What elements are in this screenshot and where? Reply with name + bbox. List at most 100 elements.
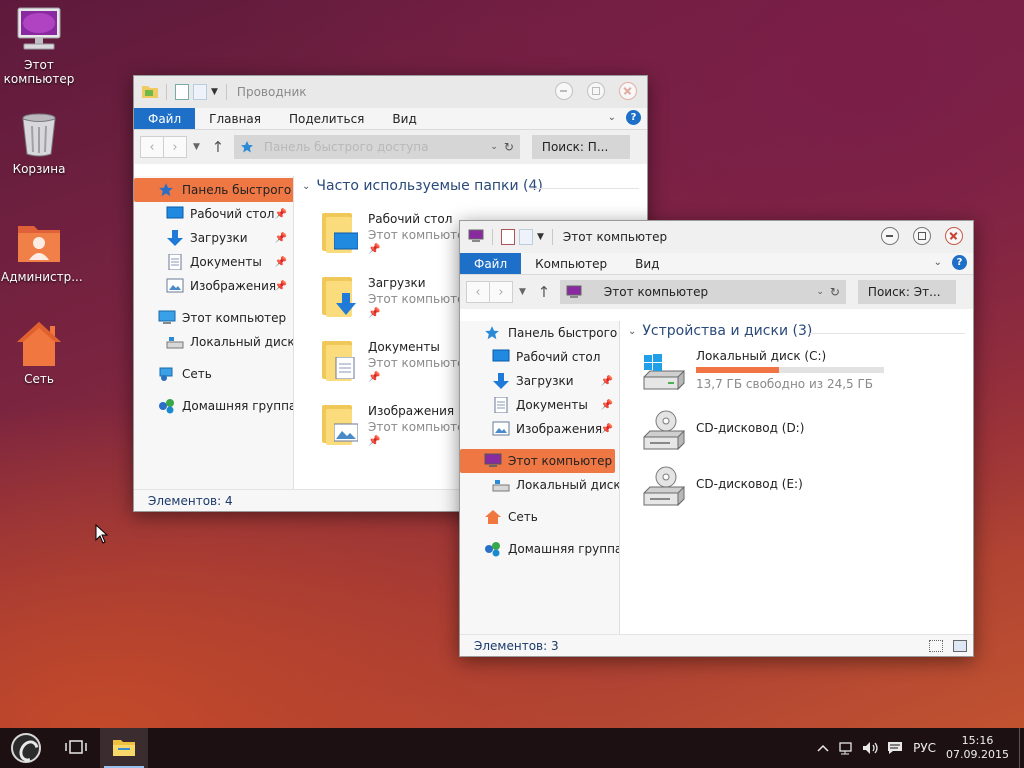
drive-item-c[interactable]: Локальный диск (C:) 13,7 ГБ свободно из … <box>640 349 884 391</box>
tab-file[interactable]: Файл <box>460 253 522 274</box>
minimize-button[interactable] <box>555 82 573 100</box>
folder-item-documents[interactable]: Документы Этот компьютер 📌 <box>320 339 472 385</box>
folder-item-downloads[interactable]: Загрузки Этот компьютер 📌 <box>320 275 472 321</box>
forward-button[interactable]: › <box>489 281 513 303</box>
search-box[interactable]: Поиск: П... <box>531 135 630 159</box>
address-dropdown-icon[interactable]: ⌄ <box>816 287 824 297</box>
nav-item-quick-access[interactable]: Панель быстрого до <box>134 178 293 202</box>
notifications-icon[interactable] <box>883 741 907 755</box>
help-icon[interactable]: ? <box>952 255 967 270</box>
recent-locations-dropdown[interactable]: ▼ <box>519 287 526 297</box>
chevron-up-icon[interactable] <box>811 744 835 752</box>
language-indicator[interactable]: РУС <box>913 741 936 755</box>
refresh-icon[interactable]: ↻ <box>504 140 514 154</box>
tab-view[interactable]: Вид <box>378 108 430 129</box>
minimize-button[interactable] <box>881 227 899 245</box>
disk-icon <box>166 334 184 350</box>
nav-item-network[interactable]: Сеть <box>460 505 619 529</box>
new-folder-icon[interactable] <box>519 229 533 245</box>
desktop-icon-administrator[interactable]: Администр... <box>1 218 83 284</box>
nav-item-pictures[interactable]: Изображения 📌 <box>134 274 293 298</box>
expand-ribbon-chevron-icon[interactable]: ⌄ <box>934 257 942 268</box>
close-button[interactable] <box>945 227 963 245</box>
nav-item-network[interactable]: Сеть <box>134 362 293 386</box>
back-button[interactable]: ‹ <box>466 281 490 303</box>
folder-item-pictures[interactable]: Изображения Этот компьютер 📌 <box>320 403 472 449</box>
tab-home[interactable]: Главная <box>195 108 275 129</box>
details-view-icon[interactable] <box>929 640 943 652</box>
tab-computer[interactable]: Компьютер <box>521 253 621 274</box>
address-bar[interactable]: Этот компьютер ⌄ ↻ <box>559 280 846 304</box>
close-button[interactable] <box>619 82 637 100</box>
help-icon[interactable]: ? <box>626 110 641 125</box>
properties-icon[interactable] <box>175 84 189 100</box>
show-desktop-button[interactable] <box>1019 728 1024 768</box>
refresh-icon[interactable]: ↻ <box>830 285 840 299</box>
maximize-button[interactable] <box>587 82 605 100</box>
nav-item-local-disk[interactable]: Локальный диск (С <box>460 473 619 497</box>
computer-icon <box>14 6 64 56</box>
clock[interactable]: 15:16 07.09.2015 <box>946 734 1009 762</box>
nav-item-this-pc[interactable]: Этот компьютер <box>460 449 615 473</box>
drive-item-d[interactable]: CD-дисковод (D:) <box>640 409 804 451</box>
navigation-pane: Панель быстрого до Рабочий стол Загрузки… <box>460 321 620 634</box>
nav-item-documents[interactable]: Документы 📌 <box>460 393 619 417</box>
nav-item-documents[interactable]: Документы 📌 <box>134 250 293 274</box>
desktop-icon-network[interactable]: Сеть <box>1 320 77 386</box>
navigation-pane: Панель быстрого до Рабочий стол 📌 Загруз… <box>134 176 294 489</box>
customize-toolbar-dropdown[interactable]: ▼ <box>537 232 544 242</box>
new-folder-icon[interactable] <box>193 84 207 100</box>
desktop-icon-label: Администр... <box>1 270 83 284</box>
start-button[interactable] <box>0 728 52 768</box>
nav-item-homegroup[interactable]: Домашняя группа <box>134 394 293 418</box>
nav-item-downloads[interactable]: Загрузки 📌 <box>134 226 293 250</box>
nav-item-downloads[interactable]: Загрузки 📌 <box>460 369 619 393</box>
taskbar-explorer-button[interactable] <box>100 728 148 768</box>
title-bar[interactable]: ▼ Проводник <box>134 76 647 108</box>
nav-item-quick-access[interactable]: Панель быстрого до <box>460 321 619 345</box>
address-bar[interactable]: Панель быстрого доступа ⌄ ↻ <box>233 135 520 159</box>
folder-item-desktop[interactable]: Рабочий стол Этот компьютер 📌 <box>320 211 472 257</box>
collapse-chevron-icon: ⌄ <box>302 180 311 192</box>
search-box[interactable]: Поиск: Эт... <box>857 280 956 304</box>
maximize-button[interactable] <box>913 227 931 245</box>
nav-item-desktop[interactable]: Рабочий стол 📌 <box>134 202 293 226</box>
document-icon <box>492 396 510 414</box>
large-icons-view-icon[interactable] <box>953 640 967 652</box>
explorer-window-this-pc[interactable]: ▼ Этот компьютер Файл Компьютер Вид ⌄ ? … <box>459 220 974 657</box>
address-dropdown-icon[interactable]: ⌄ <box>490 142 498 152</box>
properties-icon[interactable] <box>501 229 515 245</box>
customize-toolbar-dropdown[interactable]: ▼ <box>211 87 218 97</box>
nav-item-desktop[interactable]: Рабочий стол <box>460 345 619 369</box>
network-icon[interactable] <box>835 741 859 755</box>
volume-icon[interactable] <box>859 741 883 755</box>
recent-locations-dropdown[interactable]: ▼ <box>193 142 200 152</box>
desktop-icon <box>166 206 184 222</box>
pin-icon: 📌 <box>368 372 381 383</box>
search-placeholder: Поиск: П... <box>541 140 609 154</box>
forward-button[interactable]: › <box>163 136 187 158</box>
group-header-devices-drives[interactable]: ⌄ Устройства и диски (3) <box>628 323 812 339</box>
nav-item-local-disk[interactable]: Локальный диск (С <box>134 330 293 354</box>
task-view-button[interactable] <box>52 728 100 768</box>
tab-file[interactable]: Файл <box>134 108 196 129</box>
title-bar[interactable]: ▼ Этот компьютер <box>460 221 973 253</box>
desktop-icon-recycle-bin[interactable]: Корзина <box>1 110 77 176</box>
back-button[interactable]: ‹ <box>140 136 164 158</box>
folder-icon <box>320 339 360 383</box>
drive-item-e[interactable]: CD-дисковод (E:) <box>640 465 803 507</box>
file-explorer-icon <box>112 737 136 760</box>
expand-ribbon-chevron-icon[interactable]: ⌄ <box>608 112 616 123</box>
up-button[interactable]: ↑ <box>532 281 556 303</box>
folder-icon <box>320 275 360 319</box>
tab-share[interactable]: Поделиться <box>275 108 378 129</box>
desktop-icon-this-pc[interactable]: Этот компьютер <box>1 6 77 86</box>
taskbar: РУС 15:16 07.09.2015 <box>0 728 1024 768</box>
tab-view[interactable]: Вид <box>621 253 673 274</box>
nav-item-this-pc[interactable]: Этот компьютер <box>134 306 293 330</box>
pin-icon: 📌 <box>368 308 381 319</box>
group-header-frequent-folders[interactable]: ⌄ Часто используемые папки (4) <box>302 178 543 194</box>
up-button[interactable]: ↑ <box>206 136 230 158</box>
nav-item-pictures[interactable]: Изображения 📌 <box>460 417 619 441</box>
nav-item-homegroup[interactable]: Домашняя группа <box>460 537 619 561</box>
